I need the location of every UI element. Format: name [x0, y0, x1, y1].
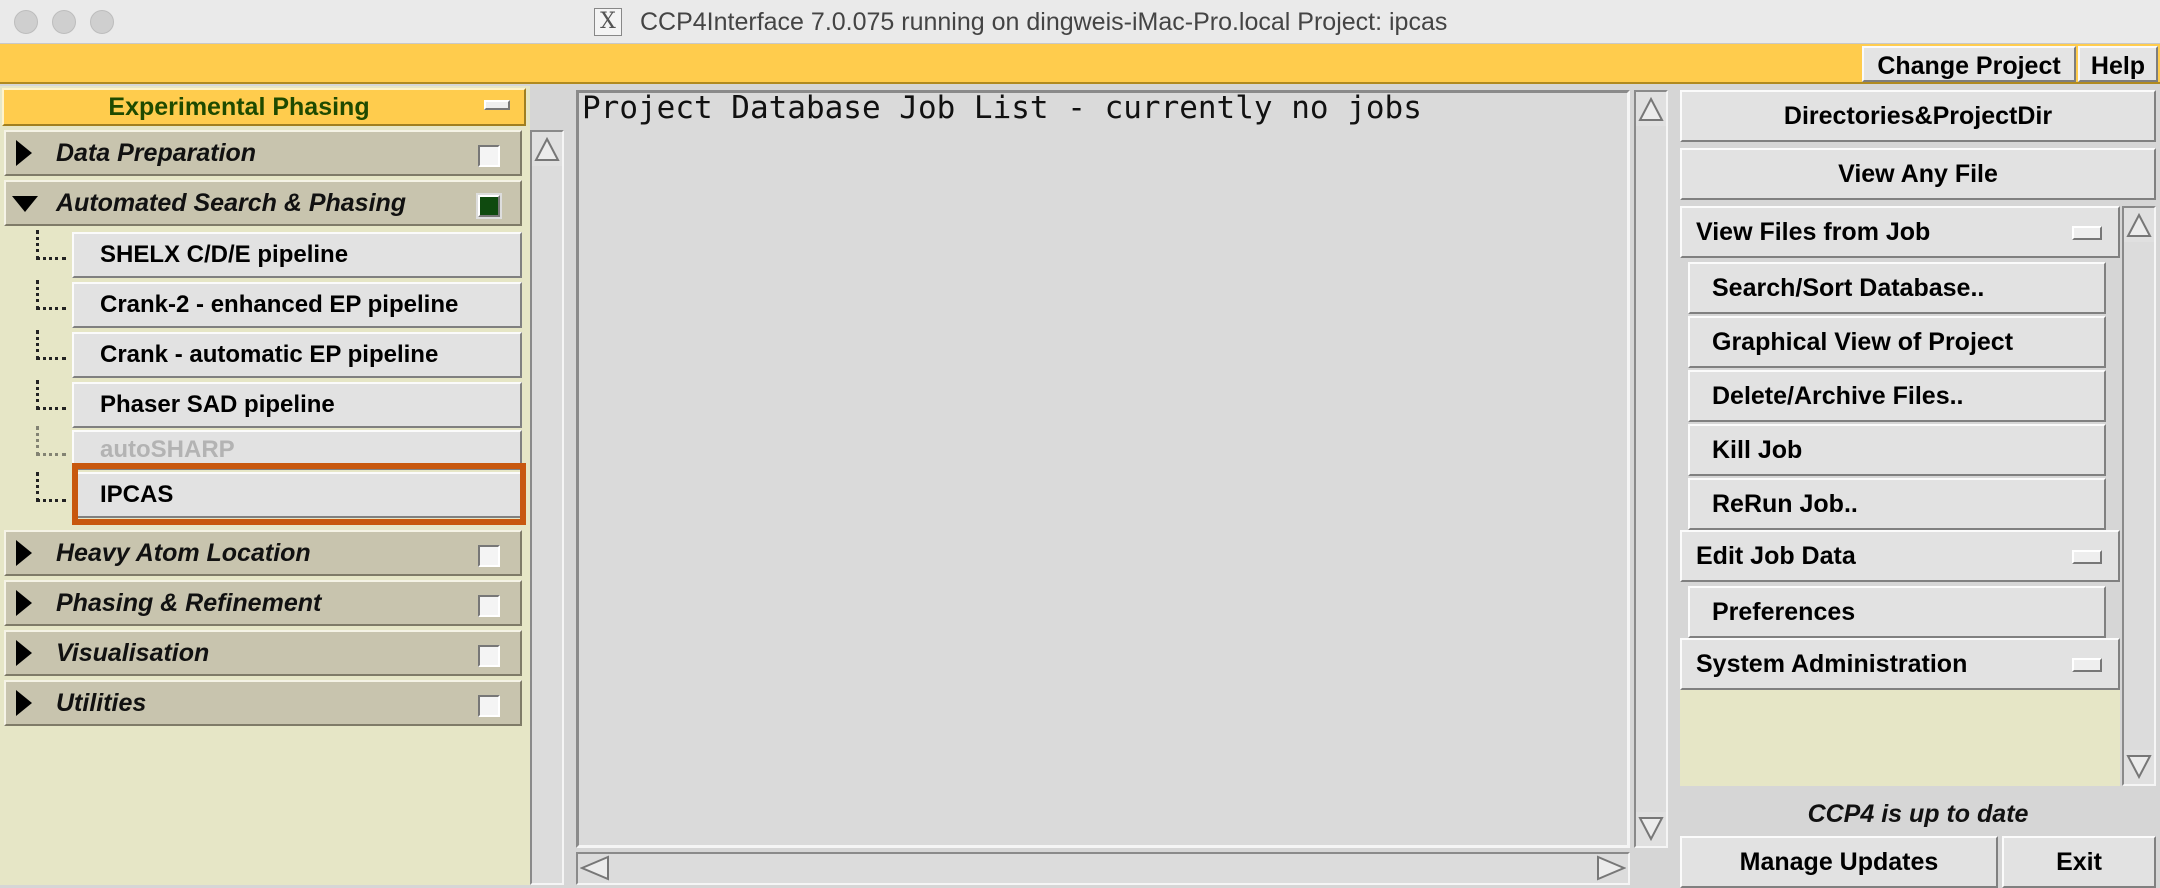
expand-triangle-icon	[16, 640, 32, 666]
scroll-up-icon[interactable]	[532, 132, 562, 166]
job-list-vertical-scrollbar[interactable]	[1634, 90, 1668, 848]
search-sort-database-button[interactable]: Search/Sort Database..	[1688, 262, 2106, 314]
option-menu-indicator-icon	[2072, 550, 2102, 564]
edit-job-data-menu[interactable]: Edit Job Data	[1680, 530, 2120, 582]
zoom-window-button[interactable]	[90, 10, 114, 34]
window-title: CCP4Interface 7.0.075 running on dingwei…	[640, 8, 1448, 36]
job-list-text: Project Database Job List - currently no…	[582, 90, 1422, 126]
preferences-button[interactable]: Preferences	[1688, 586, 2106, 638]
folder-data-preparation[interactable]: Data Preparation	[4, 130, 522, 176]
tools-list-background	[1680, 690, 2120, 786]
job-list-horizontal-scrollbar[interactable]	[576, 852, 1630, 885]
folder-label: Phasing & Refinement	[56, 589, 322, 617]
folder-phasing-refinement[interactable]: Phasing & Refinement	[4, 580, 522, 626]
tree-connector-icon	[36, 330, 66, 360]
module-title: Experimental Phasing	[108, 93, 370, 121]
scroll-right-icon[interactable]	[1596, 854, 1627, 887]
delete-archive-files-button[interactable]: Delete/Archive Files..	[1688, 370, 2106, 422]
folder-checkbox[interactable]	[478, 645, 500, 667]
view-any-file-button[interactable]: View Any File	[1680, 148, 2156, 200]
folder-checkbox[interactable]	[478, 595, 500, 617]
folder-visualisation[interactable]: Visualisation	[4, 630, 522, 676]
close-window-button[interactable]	[14, 10, 38, 34]
folder-label: Data Preparation	[56, 139, 257, 167]
folder-heavy-atom-location[interactable]: Heavy Atom Location	[4, 530, 522, 576]
x11-app-icon: X	[594, 8, 622, 36]
scroll-down-icon[interactable]	[1636, 812, 1666, 846]
folder-label: Visualisation	[56, 639, 210, 667]
module-selector[interactable]: Experimental Phasing	[2, 88, 526, 126]
tree-connector-icon	[36, 380, 66, 410]
scroll-left-icon[interactable]	[579, 854, 610, 887]
top-menu-bar	[0, 44, 2160, 84]
folder-label: Automated Search & Phasing	[56, 189, 407, 217]
collapse-triangle-icon	[12, 196, 38, 212]
task-crank-pipeline[interactable]: Crank - automatic EP pipeline	[72, 332, 522, 378]
directories-projectdir-button[interactable]: Directories&ProjectDir	[1680, 90, 2156, 142]
graphical-view-project-button[interactable]: Graphical View of Project	[1688, 316, 2106, 368]
scroll-up-icon[interactable]	[1636, 92, 1666, 126]
minimize-window-button[interactable]	[52, 10, 76, 34]
option-menu-indicator-icon	[484, 100, 510, 110]
tree-connector-icon	[36, 472, 66, 502]
folder-checkbox[interactable]	[478, 145, 500, 167]
tree-connector-icon	[36, 426, 66, 456]
tools-scrollbar[interactable]	[2122, 206, 2156, 786]
view-files-from-job-menu[interactable]: View Files from Job	[1680, 206, 2120, 258]
update-status-text: CCP4 is up to date	[1807, 800, 2029, 828]
edit-job-data-label: Edit Job Data	[1696, 542, 1856, 570]
folder-checkbox[interactable]	[478, 695, 500, 717]
job-list-area[interactable]	[576, 90, 1630, 848]
option-menu-indicator-icon	[2072, 658, 2102, 672]
tree-connector-icon	[36, 230, 66, 260]
ipcas-highlight-box	[72, 463, 526, 525]
expand-triangle-icon	[16, 140, 32, 166]
scroll-down-icon[interactable]	[2124, 750, 2154, 784]
change-project-button[interactable]: Change Project	[1862, 46, 2076, 82]
folder-checkbox-checked[interactable]	[476, 193, 502, 219]
option-menu-indicator-icon	[2072, 226, 2102, 240]
folder-utilities[interactable]: Utilities	[4, 680, 522, 726]
expand-triangle-icon	[16, 540, 32, 566]
folder-label: Utilities	[56, 689, 147, 717]
scroll-up-icon[interactable]	[2124, 208, 2154, 242]
system-administration-menu[interactable]: System Administration	[1680, 638, 2120, 690]
module-scrollbar[interactable]	[530, 130, 564, 885]
task-crank2-pipeline[interactable]: Crank-2 - enhanced EP pipeline	[72, 282, 522, 328]
rerun-job-button[interactable]: ReRun Job..	[1688, 478, 2106, 530]
view-files-from-job-label: View Files from Job	[1696, 218, 1931, 246]
system-administration-label: System Administration	[1696, 650, 1968, 678]
manage-updates-button[interactable]: Manage Updates	[1680, 836, 1998, 888]
tree-connector-icon	[36, 280, 66, 310]
exit-button[interactable]: Exit	[2002, 836, 2156, 888]
help-button[interactable]: Help	[2078, 46, 2158, 82]
expand-triangle-icon	[16, 590, 32, 616]
kill-job-button[interactable]: Kill Job	[1688, 424, 2106, 476]
folder-label: Heavy Atom Location	[56, 539, 311, 567]
folder-automated-search-phasing[interactable]: Automated Search & Phasing	[4, 180, 522, 226]
task-shelx-pipeline[interactable]: SHELX C/D/E pipeline	[72, 232, 522, 278]
folder-checkbox[interactable]	[478, 545, 500, 567]
task-phaser-sad-pipeline[interactable]: Phaser SAD pipeline	[72, 382, 522, 428]
expand-triangle-icon	[16, 690, 32, 716]
